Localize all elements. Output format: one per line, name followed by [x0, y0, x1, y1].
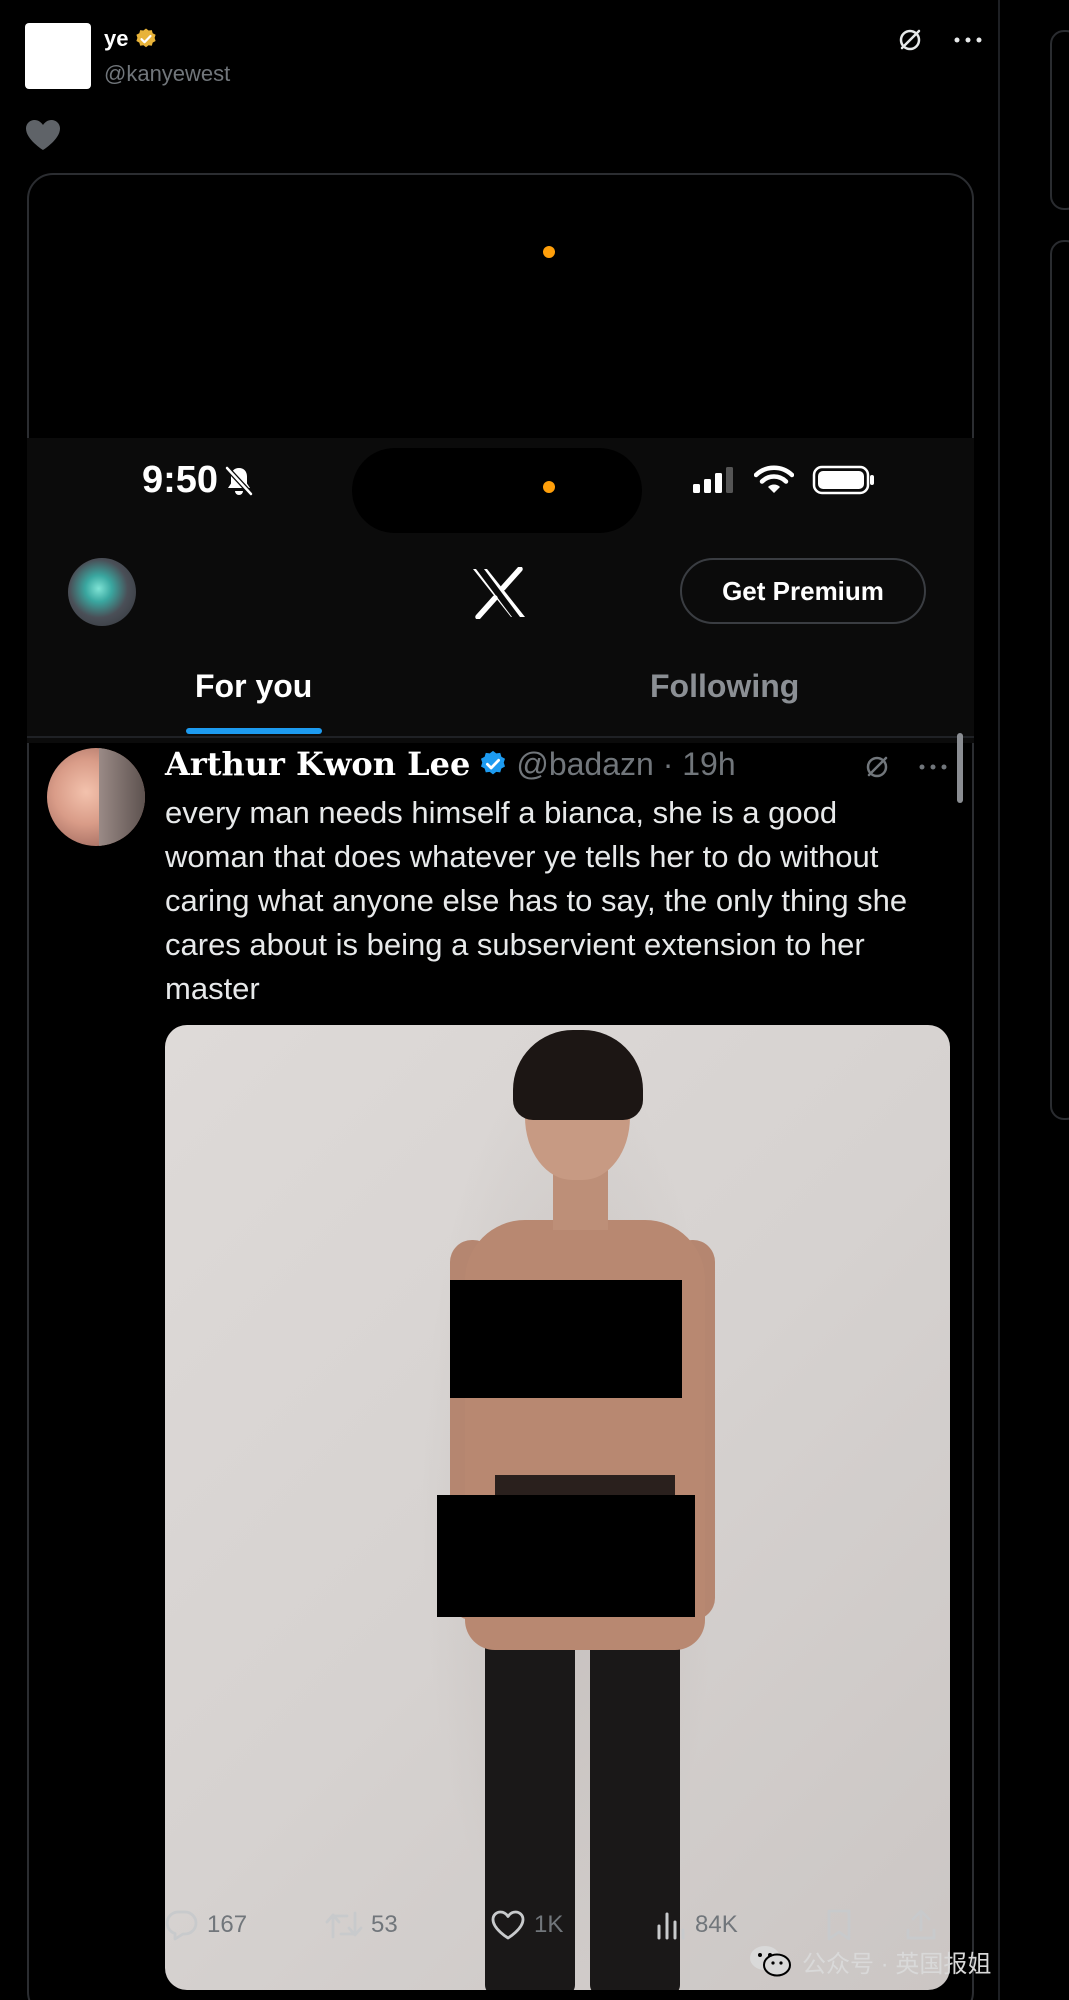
- more-options-icon[interactable]: [953, 35, 983, 45]
- phone-screenshot: 9:50 Get Premium For you Following Arthu…: [27, 173, 974, 2000]
- share-icon: [906, 1909, 936, 1940]
- like-count: 1K: [534, 1911, 564, 1938]
- dynamic-island: [352, 448, 642, 533]
- watermark-text: 公众号 · 英国报姐: [802, 1950, 992, 1978]
- tweet-handle-time[interactable]: @badazn · 19h: [516, 746, 735, 783]
- tweet-text: every man needs himself a bianca, she is…: [165, 795, 908, 1006]
- view-count: 84K: [695, 1911, 738, 1938]
- views-chart-icon: [657, 1912, 685, 1940]
- bookmark-action[interactable]: [825, 1908, 905, 1942]
- tweet-author-row: Arthur Kwon Lee @badazn · 19h: [165, 745, 736, 783]
- share-action[interactable]: [905, 1908, 937, 1942]
- censor-bar: [437, 1495, 695, 1617]
- author-name-row[interactable]: ye: [104, 26, 158, 52]
- tweet-avatar[interactable]: [47, 748, 145, 846]
- tweet-header-actions: [895, 25, 983, 55]
- watermark: 公众号 · 英国报姐: [748, 1943, 991, 1979]
- side-panel-edge: [1050, 240, 1069, 1120]
- tab-following[interactable]: Following: [650, 668, 799, 705]
- avatar[interactable]: [25, 23, 91, 89]
- header-divider: [27, 736, 974, 738]
- author-handle[interactable]: @kanyewest: [104, 61, 230, 87]
- more-options-icon[interactable]: [918, 762, 948, 772]
- tweet-actions-top: [862, 752, 948, 782]
- tab-for-you[interactable]: For you: [195, 668, 312, 705]
- wechat-icon: [750, 1946, 791, 1977]
- grok-icon[interactable]: [862, 752, 892, 782]
- side-panel-edge: [1050, 30, 1069, 210]
- bell-muted-icon: [225, 465, 253, 496]
- clock-text: 9:50: [142, 459, 219, 501]
- verified-badge-icon: [136, 28, 157, 48]
- status-time: 9:50: [142, 459, 254, 502]
- repost-count: 53: [371, 1911, 398, 1938]
- grok-icon[interactable]: [895, 25, 925, 55]
- scrollbar-thumb[interactable]: [957, 733, 963, 803]
- signal-icon: [693, 467, 733, 493]
- verified-badge-icon: [481, 750, 506, 775]
- author-name[interactable]: ye: [104, 26, 128, 52]
- censor-bar: [450, 1280, 682, 1398]
- heart-icon: [26, 120, 60, 150]
- wifi-icon: [754, 465, 794, 493]
- views-action[interactable]: 84K: [655, 1910, 825, 1940]
- tweet-action-bar: 167 53 1K 84K: [165, 1908, 945, 1942]
- get-premium-button[interactable]: Get Premium: [680, 558, 926, 624]
- reply-icon: [165, 1910, 198, 1941]
- like-action[interactable]: 1K: [490, 1909, 655, 1941]
- tweet-photo[interactable]: [165, 1025, 950, 1990]
- reply-count: 167: [207, 1911, 248, 1938]
- column-divider: [998, 0, 1000, 2000]
- active-tab-indicator: [186, 728, 322, 734]
- privacy-indicator: [543, 481, 555, 493]
- repost-icon: [325, 1911, 363, 1939]
- status-icons: [692, 465, 876, 495]
- tweet-author-name[interactable]: Arthur Kwon Lee: [165, 745, 470, 783]
- battery-icon: [812, 465, 874, 495]
- reply-action[interactable]: 167: [165, 1909, 325, 1941]
- bookmark-icon: [827, 1909, 851, 1941]
- like-heart-icon: [491, 1910, 525, 1940]
- privacy-indicator: [543, 246, 555, 258]
- x-logo-icon[interactable]: [470, 567, 528, 619]
- profile-avatar[interactable]: [68, 558, 136, 626]
- repost-action[interactable]: 53: [325, 1910, 490, 1940]
